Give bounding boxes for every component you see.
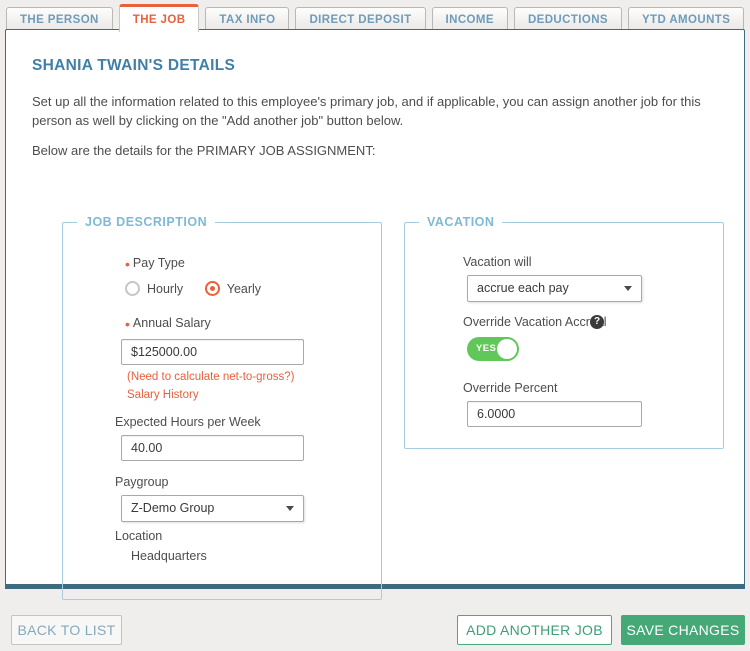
location-value: Headquarters [131, 549, 207, 563]
chevron-down-icon [624, 286, 632, 291]
help-icon[interactable]: ? [590, 315, 604, 329]
expected-hours-label: Expected Hours per Week [115, 415, 261, 429]
job-description-group: JOB DESCRIPTION • Pay Type Hourly Yearly … [62, 215, 382, 600]
vacation-group: VACATION Vacation will accrue each pay O… [404, 215, 724, 449]
vacation-will-label: Vacation will [463, 255, 532, 269]
tab-the-person[interactable]: THE PERSON [6, 7, 113, 31]
required-asterisk-icon: • [125, 316, 130, 332]
override-percent-label: Override Percent [463, 381, 558, 395]
tab-income[interactable]: INCOME [431, 7, 508, 31]
pay-type-label: • Pay Type [125, 256, 185, 272]
pay-type-radio-group: Hourly Yearly [125, 281, 279, 299]
job-description-legend: JOB DESCRIPTION [85, 215, 208, 229]
expected-hours-input[interactable]: 40.00 [121, 435, 304, 461]
add-another-job-button[interactable]: ADD ANOTHER JOB [457, 615, 612, 645]
vacation-will-select-value: accrue each pay [477, 281, 569, 295]
tab-label: DEDUCTIONS [527, 13, 608, 26]
tab-label: DIRECT DEPOSIT [309, 13, 412, 26]
required-asterisk-icon: • [125, 256, 130, 272]
subintro-paragraph: Below are the details for the PRIMARY JO… [32, 143, 376, 158]
salary-history-link[interactable]: Salary History [127, 389, 199, 401]
paygroup-select-value: Z-Demo Group [131, 501, 215, 515]
vacation-will-select[interactable]: accrue each pay [467, 275, 642, 302]
radio-yearly[interactable]: Yearly [204, 281, 261, 296]
annual-salary-input[interactable]: $125000.00 [121, 339, 304, 365]
toggle-knob [497, 339, 517, 359]
content-panel: SHANIA TWAIN'S DETAILS Set up all the in… [5, 29, 745, 600]
location-label: Location [115, 529, 163, 543]
override-accrual-toggle[interactable]: YES [467, 337, 519, 361]
tab-label: THE JOB [132, 13, 186, 26]
radio-dot-icon [125, 281, 140, 296]
tab-label: INCOME [445, 13, 494, 26]
paygroup-label: Paygroup [115, 475, 169, 489]
tab-label: YTD AMOUNTS [641, 13, 731, 26]
annual-salary-label: • Annual Salary [125, 316, 211, 332]
tab-tax-info[interactable]: TAX INFO [205, 7, 290, 31]
toggle-state-label: YES [476, 343, 497, 354]
intro-paragraph: Set up all the information related to th… [32, 94, 701, 128]
footer-bar: BACK TO LIST ADD ANOTHER JOB SAVE CHANGE… [0, 600, 750, 651]
net-to-gross-link[interactable]: (Need to calculate net-to-gross?) [127, 371, 294, 383]
radio-hourly[interactable]: Hourly [125, 281, 183, 296]
tab-deductions[interactable]: DEDUCTIONS [513, 7, 622, 31]
tab-the-job[interactable]: THE JOB [118, 4, 200, 32]
chevron-down-icon [286, 506, 294, 511]
save-changes-button[interactable]: SAVE CHANGES [621, 615, 745, 645]
tab-label: THE PERSON [20, 13, 99, 26]
back-to-list-button[interactable]: BACK TO LIST [11, 615, 122, 645]
tab-ytd-amounts[interactable]: YTD AMOUNTS [627, 7, 745, 31]
tab-bar: THE PERSON THE JOB TAX INFO DIRECT DEPOS… [0, 0, 750, 32]
override-accrual-label: Override Vacation Accrual [463, 315, 607, 329]
paygroup-select[interactable]: Z-Demo Group [121, 495, 304, 522]
page-title: SHANIA TWAIN'S DETAILS [32, 57, 236, 74]
radio-dot-icon [204, 281, 220, 296]
tab-label: TAX INFO [219, 13, 276, 26]
override-percent-input[interactable]: 6.0000 [467, 401, 642, 427]
vacation-legend: VACATION [427, 215, 495, 229]
tab-direct-deposit[interactable]: DIRECT DEPOSIT [295, 7, 426, 31]
